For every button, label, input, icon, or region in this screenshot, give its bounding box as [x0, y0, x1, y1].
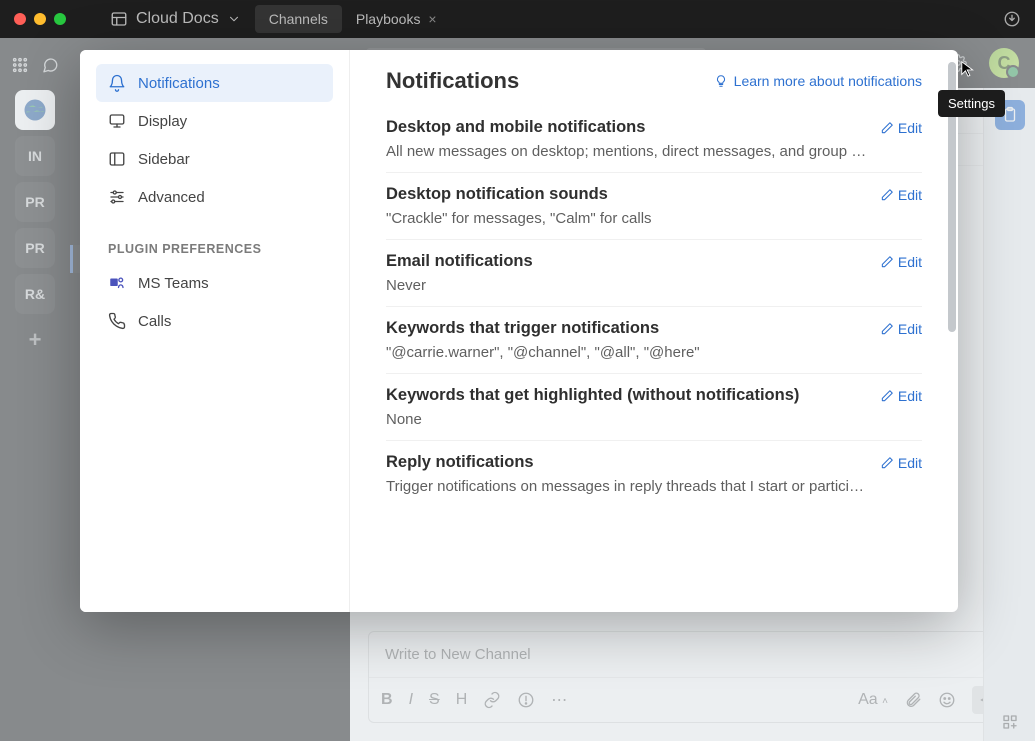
nav-notifications[interactable]: Notifications	[96, 64, 333, 102]
tooltip-label: Settings	[948, 96, 995, 111]
nav-sidebar[interactable]: Sidebar	[96, 140, 333, 178]
window-zoom[interactable]	[54, 13, 66, 25]
pencil-icon	[880, 389, 894, 403]
phone-icon	[108, 312, 126, 330]
setting-title: Email notifications	[386, 252, 533, 271]
title-right	[1003, 10, 1021, 28]
nav-label: Advanced	[138, 189, 205, 206]
nav-msteams[interactable]: T MS Teams	[96, 264, 333, 302]
nav-label: Sidebar	[138, 151, 190, 168]
nav-label: Notifications	[138, 75, 220, 92]
settings-modal: Notifications Display Sidebar Advanced P…	[80, 50, 958, 612]
setting-row: Desktop and mobile notifications Edit Al…	[386, 106, 922, 173]
setting-description: None	[386, 411, 906, 428]
edit-label: Edit	[898, 254, 922, 270]
sidebar-icon	[108, 150, 126, 168]
nav-advanced[interactable]: Advanced	[96, 178, 333, 216]
setting-title: Reply notifications	[386, 453, 534, 472]
edit-label: Edit	[898, 321, 922, 337]
setting-title: Keywords that get highlighted (without n…	[386, 386, 799, 405]
title-tab-playbooks[interactable]: Playbooks ×	[342, 5, 451, 33]
modal-scrollbar[interactable]	[946, 62, 958, 600]
msteams-icon: T	[108, 274, 126, 292]
title-tab-channels[interactable]: Channels	[255, 5, 342, 33]
setting-description: Never	[386, 277, 906, 294]
edit-button[interactable]: Edit	[880, 187, 922, 203]
edit-button[interactable]: Edit	[880, 254, 922, 270]
nav-calls[interactable]: Calls	[96, 302, 333, 340]
window-titlebar: Cloud Docs Channels Playbooks ×	[0, 0, 1035, 38]
setting-description: "Crackle" for messages, "Calm" for calls	[386, 210, 906, 227]
learn-more-link[interactable]: Learn more about notifications	[714, 73, 922, 89]
setting-description: "@carrie.warner", "@channel", "@all", "@…	[386, 344, 906, 361]
nav-label: Calls	[138, 313, 171, 330]
setting-title: Desktop notification sounds	[386, 185, 608, 204]
workspace-selector[interactable]: Cloud Docs	[96, 0, 255, 38]
edit-button[interactable]: Edit	[880, 388, 922, 404]
chevron-down-icon	[227, 12, 241, 26]
edit-label: Edit	[898, 388, 922, 404]
setting-row: Keywords that get highlighted (without n…	[386, 374, 922, 441]
title-tab-label: Playbooks	[356, 11, 421, 27]
edit-button[interactable]: Edit	[880, 321, 922, 337]
nav-display[interactable]: Display	[96, 102, 333, 140]
pencil-icon	[880, 188, 894, 202]
pencil-icon	[880, 121, 894, 135]
window-controls	[0, 13, 66, 25]
sliders-icon	[108, 188, 126, 206]
settings-nav: Notifications Display Sidebar Advanced P…	[80, 50, 350, 612]
settings-title: Notifications	[386, 68, 519, 94]
nav-label: Display	[138, 113, 187, 130]
setting-row: Email notifications Edit Never	[386, 240, 922, 307]
nav-section-header: PLUGIN PREFERENCES	[96, 234, 333, 264]
nav-label: MS Teams	[138, 275, 209, 292]
settings-content: Notifications Learn more about notificat…	[350, 50, 958, 612]
edit-label: Edit	[898, 120, 922, 136]
pencil-icon	[880, 255, 894, 269]
tab-close-icon[interactable]: ×	[428, 11, 436, 27]
layout-icon	[110, 10, 128, 28]
setting-row: Reply notifications Edit Trigger notific…	[386, 441, 922, 507]
setting-title: Desktop and mobile notifications	[386, 118, 645, 137]
monitor-icon	[108, 112, 126, 130]
pencil-icon	[880, 456, 894, 470]
workspace-name: Cloud Docs	[136, 10, 219, 28]
title-tab-label: Channels	[269, 11, 328, 27]
edit-label: Edit	[898, 455, 922, 471]
setting-row: Desktop notification sounds Edit "Crackl…	[386, 173, 922, 240]
download-icon[interactable]	[1003, 10, 1021, 28]
edit-button[interactable]: Edit	[880, 455, 922, 471]
lightbulb-icon	[714, 74, 728, 88]
learn-more-label: Learn more about notifications	[734, 73, 922, 89]
bell-icon	[108, 74, 126, 92]
window-close[interactable]	[14, 13, 26, 25]
edit-label: Edit	[898, 187, 922, 203]
window-minimize[interactable]	[34, 13, 46, 25]
settings-tooltip: Settings	[938, 90, 1005, 117]
svg-text:T: T	[112, 281, 116, 287]
edit-button[interactable]: Edit	[880, 120, 922, 136]
pencil-icon	[880, 322, 894, 336]
setting-description: All new messages on desktop; mentions, d…	[386, 143, 906, 160]
setting-title: Keywords that trigger notifications	[386, 319, 659, 338]
setting-row: Keywords that trigger notifications Edit…	[386, 307, 922, 374]
setting-description: Trigger notifications on messages in rep…	[386, 478, 906, 495]
